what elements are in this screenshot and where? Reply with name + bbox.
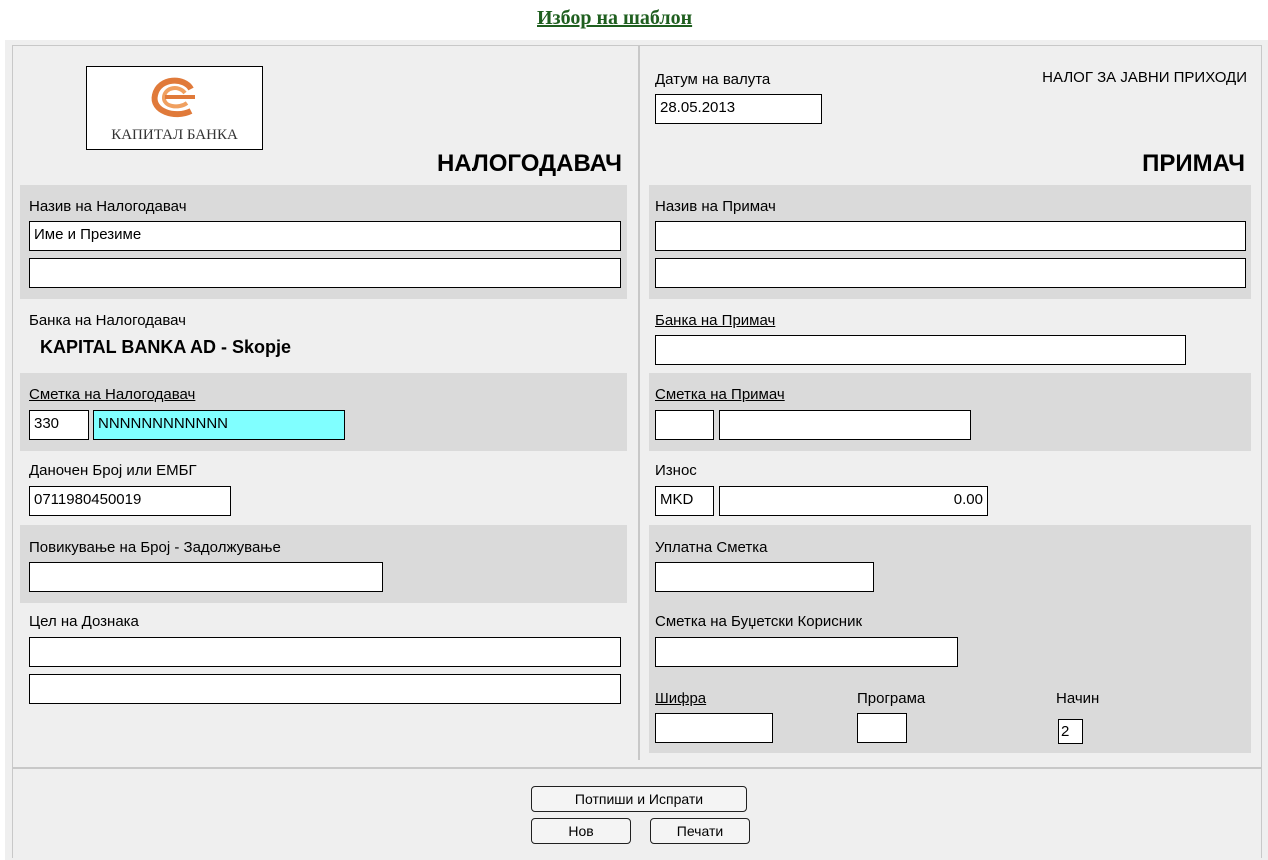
code-link[interactable]: Шифра [655,690,706,707]
recipient-account-link[interactable]: Сметка на Примач [655,386,785,403]
code-field[interactable] [655,713,773,743]
tax-id-label: Даночен Број или ЕМБГ [29,462,197,479]
tax-id-field[interactable]: 0711980450019 [29,486,231,516]
sign-and-send-button[interactable]: Потпиши и Испрати [531,786,747,812]
value-date-label: Датум на валута [655,71,771,88]
payer-name-label: Назив на Налогодавач [29,198,187,215]
purpose-field-2[interactable] [29,674,621,704]
payer-account-number-field[interactable]: NNNNNNNNNNNN [93,410,345,440]
payer-bank-value: KAPITAL BANKA AD - Skopje [40,337,292,357]
amount-field[interactable]: 0.00 [719,486,988,516]
budget-account-field[interactable] [655,637,958,667]
debit-ref-field[interactable] [29,562,383,592]
value-date-field[interactable]: 28.05.2013 [655,94,822,124]
method-label: Начин [1056,690,1100,707]
bank-logo: КАПИТАЛ БАНКА [86,66,263,150]
bank-logo-text: КАПИТАЛ БАНКА [111,127,238,143]
recipient-name-label: Назив на Примач [655,198,776,215]
recipient-account-number-field[interactable] [719,410,971,440]
payer-account-prefix-field[interactable]: 330 [29,410,89,440]
payer-bank-label: Банка на Налогодавач [29,312,186,329]
currency-field[interactable]: MKD [655,486,714,516]
budget-account-label: Сметка на Буџетски Корисник [655,613,863,630]
new-button[interactable]: Нов [531,818,631,844]
method-field[interactable]: 2 [1058,719,1083,744]
payment-account-field[interactable] [655,562,874,592]
amount-label: Износ [655,462,697,479]
program-field[interactable] [857,713,907,743]
recipient-account-prefix-field[interactable] [655,410,714,440]
recipient-bank-link[interactable]: Банка на Примач [655,312,775,329]
frame-left-border [12,46,13,858]
program-label: Програма [857,690,926,707]
recipient-heading: ПРИМАЧ [1142,150,1245,177]
order-type-title: НАЛОГ ЗА ЈАВНИ ПРИХОДИ [1042,69,1247,86]
payment-account-label: Уплатна Сметка [655,539,768,556]
debit-ref-label: Повикување на Број - Задолжување [29,539,281,556]
frame-top-border [12,45,1262,46]
purpose-field-1[interactable] [29,637,621,667]
recipient-name-field-1[interactable] [655,221,1246,251]
bank-logo-icon [151,77,195,118]
print-button[interactable]: Печати [650,818,750,844]
payer-name-field-2[interactable] [29,258,621,288]
payer-account-link[interactable]: Сметка на Налогодавач [29,386,195,403]
recipient-bank-field[interactable] [655,335,1186,365]
payer-heading: НАЛОГОДАВАЧ [436,150,622,177]
column-divider [638,46,640,760]
template-select-link[interactable]: Избор на шаблон [537,7,692,30]
button-area-divider [12,767,1262,769]
purpose-label: Цел на Дознака [29,613,139,630]
frame-right-border [1261,46,1262,858]
recipient-name-field-2[interactable] [655,258,1246,288]
payer-name-field-1[interactable]: Име и Презиме [29,221,621,251]
